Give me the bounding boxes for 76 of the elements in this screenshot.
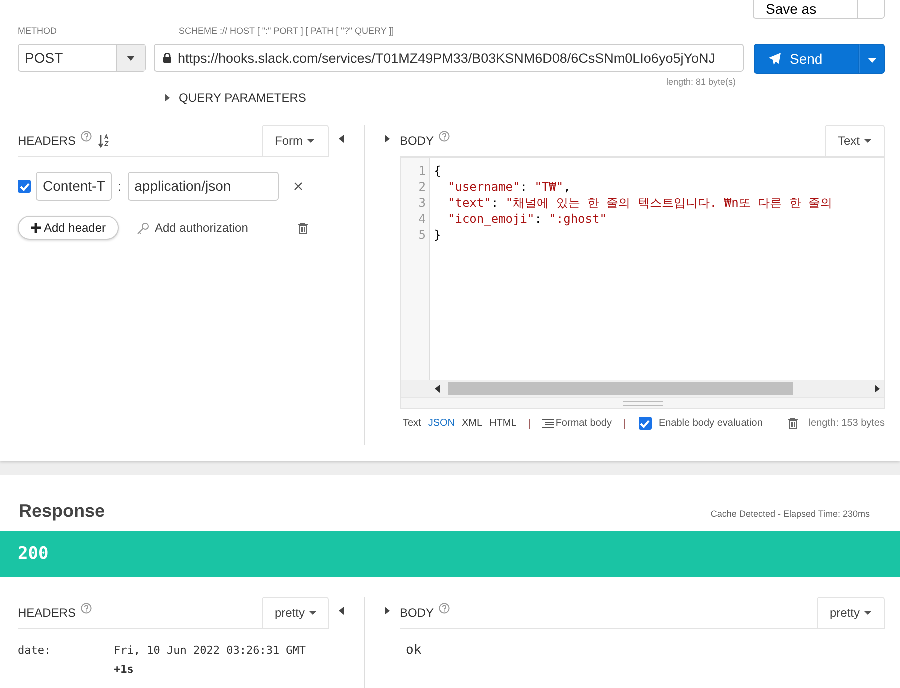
response-title: Response (19, 500, 106, 522)
code-line: { (434, 163, 442, 179)
url-field[interactable]: https://hooks.slack.com/services/T01MZ49PM33/B03KSNM6D08/6CsSNm0LIo6yo5jYoNJ (154, 44, 744, 72)
format-body-button[interactable]: Format body (542, 418, 612, 429)
body-format-link[interactable]: XML (462, 418, 483, 429)
code-line: "username": "T₩", (447, 179, 572, 195)
headers-view-dropdown[interactable]: pretty (262, 597, 329, 628)
body-title: BODY (400, 606, 434, 620)
help-icon (439, 603, 450, 614)
separator: : (117, 179, 123, 194)
paper-plane-icon (768, 52, 782, 66)
line-number: 4 (418, 211, 427, 227)
save-as-button[interactable]: Save as (753, 0, 858, 19)
add-authorization-button[interactable]: Add authorization (131, 220, 254, 236)
url-label: SCHEME :// HOST [ ":" PORT ] [ PATH [ "?" QUERY ]] (178, 26, 396, 38)
caret-icon (309, 611, 316, 615)
body-format-link[interactable]: HTML (490, 418, 517, 429)
horizontal-scrollbar[interactable] (401, 380, 884, 397)
help-icon (81, 131, 92, 142)
caret-icon (864, 139, 872, 143)
evaluation-checkbox[interactable] (638, 417, 652, 430)
headers-mode-dropdown[interactable]: Form (262, 125, 329, 156)
scroll-left-icon[interactable] (435, 384, 440, 392)
trash-icon[interactable] (788, 418, 798, 429)
plus-icon (30, 223, 41, 233)
evaluation-label: Enable body evaluation (658, 418, 763, 429)
caret-icon (864, 611, 872, 615)
header-value: Fri, 10 Jun 2022 03:26:31 GMT +1s (114, 643, 308, 678)
status-code: 200 (18, 544, 49, 564)
method-label: METHOD (18, 26, 58, 38)
key-icon (137, 222, 150, 234)
header-value-field[interactable]: application/json (128, 172, 279, 201)
line-number: 3 (418, 195, 427, 211)
collapse-right-icon[interactable] (385, 135, 390, 143)
collapse-left-icon[interactable] (339, 135, 344, 143)
body-format-link[interactable]: Text (403, 418, 422, 429)
scroll-right-icon[interactable] (875, 384, 880, 392)
query-parameters-toggle[interactable]: QUERY PARAMETERS (165, 91, 306, 105)
caret-icon (307, 139, 315, 143)
collapse-left-icon[interactable] (339, 607, 344, 615)
code-line: "icon_emoji": ":ghost" (447, 211, 608, 227)
caret-icon (127, 56, 135, 60)
help-icon (439, 131, 450, 142)
code-line: } (434, 227, 442, 243)
align-icon (542, 418, 554, 428)
sort-icon[interactable] (98, 134, 110, 148)
send-options-button[interactable] (859, 44, 885, 74)
body-length: length: 153 bytes (808, 418, 885, 429)
line-number: 1 (418, 163, 427, 179)
code-editor[interactable]: 1 2 3 4 5 { "username": "T₩", "text": "채널에 있는 한 줄의 텍스트입니다. ₩n또 다른 한 줄의 "icon_emoji": ":ghost" } (400, 157, 885, 409)
trash-icon[interactable] (298, 222, 308, 234)
resize-handle[interactable] (622, 400, 662, 406)
response-body: ok (405, 643, 423, 658)
url-length: length: 81 byte(s) (665, 77, 737, 87)
collapse-right-icon[interactable] (385, 607, 390, 615)
body-title: BODY (400, 134, 434, 148)
line-number: 5 (418, 227, 427, 243)
headers-title: HEADERS (18, 606, 76, 620)
help-icon (81, 603, 92, 614)
close-icon[interactable] (294, 182, 303, 191)
header-name: date: (18, 643, 52, 659)
header-name-field[interactable]: Content-T (36, 172, 112, 201)
add-header-button[interactable]: Add header (18, 216, 119, 240)
lock-icon (163, 53, 172, 63)
header-checkbox[interactable] (18, 180, 31, 193)
body-format-link[interactable]: JSON (428, 418, 456, 429)
method-dropdown[interactable]: POST (18, 44, 146, 72)
code-line: "text": "채널에 있는 한 줄의 텍스트입니다. ₩n또 다른 한 줄의 (447, 195, 834, 211)
elapsed-time: Cache Detected - Elapsed Time: 230ms (710, 508, 870, 519)
send-button[interactable]: Send (754, 44, 859, 74)
caret-icon (165, 94, 170, 102)
body-view-dropdown[interactable]: pretty (816, 597, 885, 628)
body-mode-dropdown[interactable]: Text (824, 125, 885, 156)
caret-icon (868, 58, 876, 63)
line-number: 2 (418, 179, 427, 195)
headers-title: HEADERS (18, 134, 76, 148)
